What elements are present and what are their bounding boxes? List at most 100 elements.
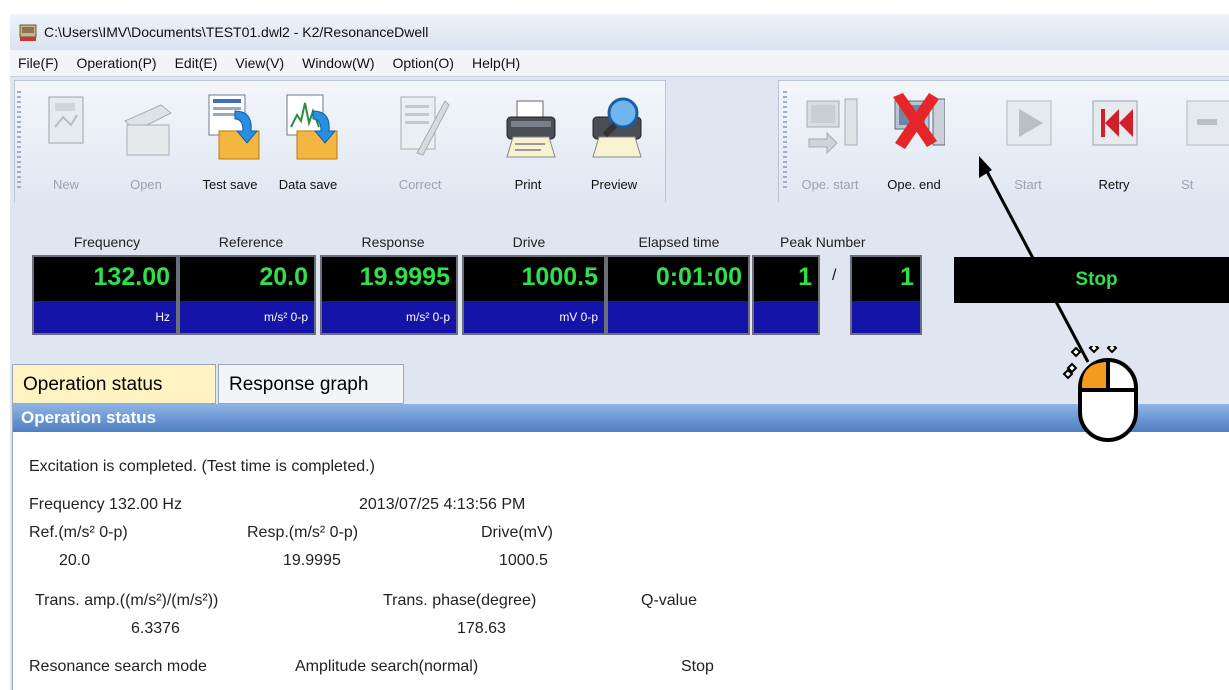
peak-current-value: 1 [798, 263, 812, 291]
timestamp: 2013/07/25 4:13:56 PM [359, 496, 526, 513]
open-folder-icon [121, 91, 177, 163]
correct-checklist-icon [395, 91, 451, 163]
reference-unit: m/s² 0-p [180, 301, 314, 333]
toolbar-grip[interactable] [17, 91, 21, 191]
play-icon [1003, 91, 1059, 163]
toolbar-grip[interactable] [783, 91, 787, 191]
printer-icon [503, 91, 559, 163]
retry-label: Retry [1098, 177, 1130, 192]
menu-file[interactable]: File(F) [18, 55, 58, 71]
frequency-label: Frequency [73, 234, 141, 250]
frequency-unit: Hz [34, 301, 176, 333]
ope-end-button[interactable]: Ope. end [879, 81, 949, 203]
stop-label: St [1181, 177, 1194, 192]
window-title: C:\Users\IMV\Documents\TEST01.dwl2 - K2/… [44, 24, 429, 40]
monitor-panel: Frequency 132.00 Hz Reference 20.0 m/s² … [10, 202, 1229, 350]
search-mode-label: Resonance search mode [29, 658, 207, 675]
print-button[interactable]: Print [493, 81, 563, 203]
rewind-icon [1089, 91, 1145, 163]
main-toolbar: New Open Test save Data save Correct Pri… [14, 80, 666, 204]
start-button[interactable]: Start [993, 81, 1063, 203]
drive-value: 1000.5 [521, 263, 598, 291]
peak-total-display: 1 [850, 255, 922, 335]
reference-value: 20.0 [259, 263, 308, 291]
open-button[interactable]: Open [111, 81, 181, 203]
stop-icon [1183, 91, 1229, 163]
correct-button[interactable]: Correct [385, 81, 455, 203]
resp-label: Resp.(m/s² 0-p) [247, 524, 359, 541]
test-save-label: Test save [202, 177, 258, 192]
data-save-button[interactable]: Data save [273, 81, 343, 203]
run-status-display: Stop [954, 257, 1229, 303]
ref-value: 20.0 [59, 552, 91, 569]
new-button[interactable]: New [31, 81, 101, 203]
peak-total-value: 1 [900, 263, 914, 291]
menu-option[interactable]: Option(O) [393, 55, 454, 71]
ope-start-label: Ope. start [801, 177, 859, 192]
response-display: 19.9995 m/s² 0-p [320, 255, 458, 335]
elapsed-time-unit [608, 301, 748, 333]
tab-response-graph[interactable]: Response graph [218, 364, 404, 404]
preview-button[interactable]: Preview [579, 81, 649, 203]
elapsed-time-value: 0:01:00 [655, 263, 742, 291]
drive-unit: mV 0-p [464, 301, 604, 333]
app-logo-icon [18, 22, 38, 42]
frequency-line: Frequency 132.00 Hz [29, 496, 182, 513]
menu-view[interactable]: View(V) [235, 55, 284, 71]
test-save-icon [205, 91, 261, 163]
peak-total-unit [852, 301, 920, 333]
trans-amp-label: Trans. amp.((m/s²)/(m/s²)) [35, 592, 219, 609]
ope-start-button[interactable]: Ope. start [795, 81, 865, 203]
operation-status-panel: Operation status Excitation is completed… [12, 404, 1229, 690]
drive-label: Drive [512, 234, 546, 250]
menu-edit[interactable]: Edit(E) [175, 55, 218, 71]
preview-label: Preview [590, 177, 638, 192]
trans-phase-value: 178.63 [457, 620, 506, 637]
stop-button[interactable]: St [1173, 81, 1229, 203]
drive-display: 1000.5 mV 0-p [462, 255, 606, 335]
start-label: Start [1014, 177, 1042, 192]
search-state: Stop [681, 658, 714, 675]
drive-value-status: 1000.5 [499, 552, 548, 569]
completed-message: Excitation is completed. (Test time is c… [29, 458, 375, 475]
operation-toolbar: Ope. start Ope. end Start Retry St [778, 80, 1229, 204]
trans-phase-label: Trans. phase(degree) [383, 592, 537, 609]
print-label: Print [514, 177, 542, 192]
new-file-icon [41, 91, 97, 163]
menu-help[interactable]: Help(H) [472, 55, 520, 71]
data-save-label: Data save [278, 177, 338, 192]
mouse-click-icon [1060, 342, 1140, 446]
test-save-button[interactable]: Test save [195, 81, 265, 203]
tab-operation-status[interactable]: Operation status [12, 364, 216, 404]
menu-window[interactable]: Window(W) [302, 55, 374, 71]
panel-header: Operation status [13, 404, 1229, 432]
new-label: New [52, 177, 79, 192]
elapsed-time-label: Elapsed time [638, 234, 720, 250]
q-value-label: Q-value [641, 592, 698, 609]
elapsed-time-display: 0:01:00 [606, 255, 750, 335]
peak-separator: / [832, 267, 837, 284]
title-bar: C:\Users\IMV\Documents\TEST01.dwl2 - K2/… [10, 14, 1229, 50]
reference-display: 20.0 m/s² 0-p [178, 255, 316, 335]
frequency-value: 132.00 [93, 263, 170, 291]
search-mode-value: Amplitude search(normal) [295, 658, 479, 675]
resp-value: 19.9995 [283, 552, 341, 569]
ope-start-icon [805, 91, 861, 163]
response-unit: m/s² 0-p [322, 301, 456, 333]
peak-current-unit [754, 301, 818, 333]
ope-end-icon [889, 91, 946, 163]
peak-current-display: 1 [752, 255, 820, 335]
menu-operation[interactable]: Operation(P) [76, 55, 156, 71]
drive-label-status: Drive(mV) [481, 524, 553, 541]
menu-bar: File(F) Operation(P) Edit(E) View(V) Win… [10, 50, 1229, 77]
ope-end-label: Ope. end [887, 177, 941, 192]
open-label: Open [130, 177, 162, 192]
print-preview-icon [589, 91, 645, 163]
trans-amp-value: 6.3376 [131, 620, 180, 637]
data-save-icon [283, 91, 339, 163]
retry-button[interactable]: Retry [1079, 81, 1149, 203]
correct-label: Correct [398, 177, 442, 192]
ref-label: Ref.(m/s² 0-p) [29, 524, 128, 541]
reference-label: Reference [218, 234, 284, 250]
peak-number-label: Peak Number [780, 234, 866, 250]
